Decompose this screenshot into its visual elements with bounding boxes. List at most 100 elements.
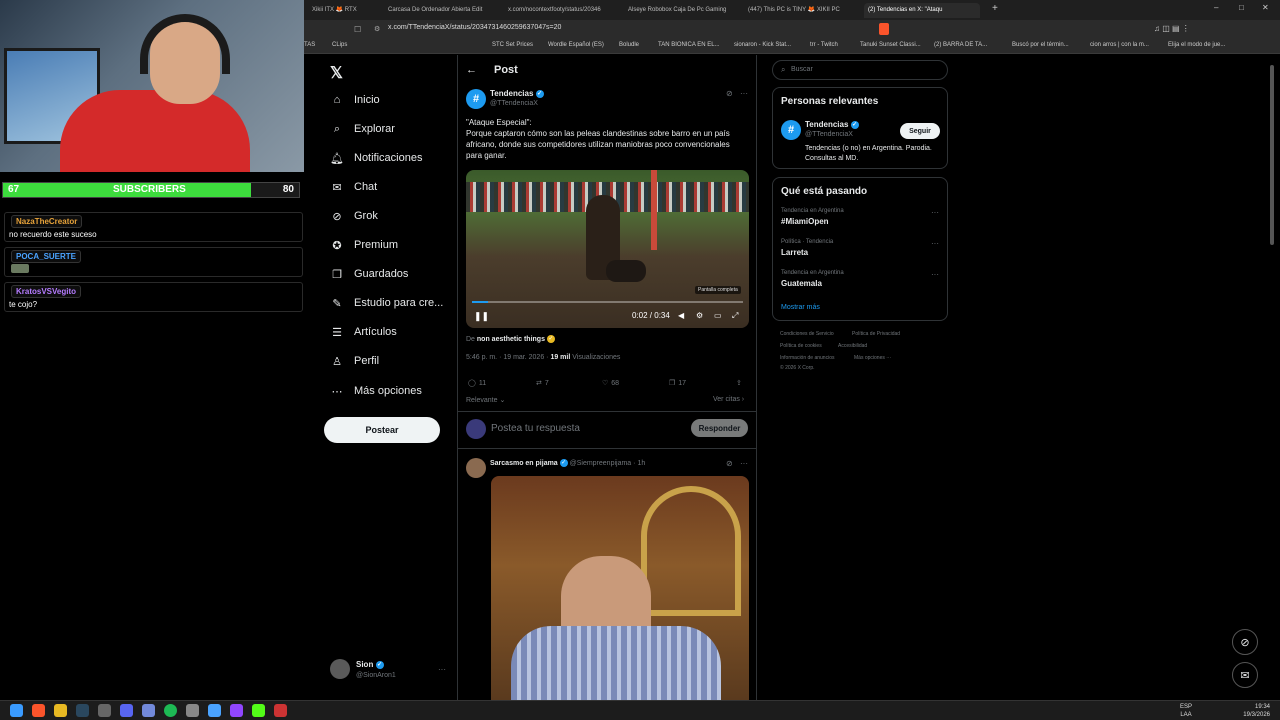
bookmark-item[interactable]: Wordle Español (ES) <box>548 42 604 48</box>
spotify-icon[interactable] <box>164 704 177 717</box>
scrollbar[interactable] <box>1270 65 1274 245</box>
bookmark-item[interactable]: TAN BIONICA EN EL... <box>658 42 720 48</box>
author-avatar[interactable]: # <box>466 89 486 109</box>
footer-link[interactable]: Condiciones de Servicio <box>780 331 834 337</box>
bookmark-item[interactable]: trr - Twitch <box>810 42 838 48</box>
footer-link[interactable]: Más opciones ··· <box>854 355 891 361</box>
video-progress-track[interactable] <box>472 301 743 303</box>
follow-button[interactable]: Seguir <box>900 123 940 139</box>
nav-profile[interactable]: ♙ Perfil <box>330 350 379 372</box>
x-logo-icon[interactable]: 𝕏 <box>330 63 343 83</box>
reply-author-avatar[interactable] <box>466 458 486 478</box>
new-tab-icon[interactable]: + <box>992 3 998 14</box>
footer-link[interactable]: Política de Privacidad <box>852 331 900 337</box>
post-menu-icon[interactable]: ··· <box>740 459 748 468</box>
grok-float-icon[interactable]: ⊘ <box>1232 629 1258 655</box>
pause-icon[interactable]: ❚❚ <box>474 311 489 322</box>
steam-icon[interactable] <box>76 704 89 717</box>
account-name[interactable]: Sion ✓ <box>356 660 384 669</box>
reply-image[interactable] <box>491 476 749 700</box>
quotes-link[interactable]: Ver citas › <box>713 396 744 403</box>
app-icon[interactable] <box>186 704 199 717</box>
show-more-link[interactable]: Mostrar más <box>781 304 820 311</box>
nav-explore[interactable]: ⌕ Explorar <box>330 118 395 140</box>
browser-tab[interactable]: (447) This PC is TINY 🦊 XIKII PC <box>744 3 856 18</box>
sort-dropdown[interactable]: Relevante ⌄ <box>466 396 505 404</box>
browser-tab[interactable]: Xikii ITX 🦊 RTX <box>308 3 376 18</box>
messages-float-icon[interactable]: ✉ <box>1232 662 1258 688</box>
app-icon[interactable] <box>208 704 221 717</box>
nav-articles[interactable]: ☰ Artículos <box>330 321 397 343</box>
reply-input[interactable]: Postea tu respuesta <box>491 423 580 434</box>
like-action[interactable]: ♡ 68 <box>602 379 619 388</box>
video-source[interactable]: De non aesthetic things ✓ <box>466 335 555 343</box>
browser-tab-active[interactable]: (2) Tendencias en X: "Ataqu <box>864 3 980 18</box>
volume-icon[interactable]: ◀︎ <box>678 311 684 320</box>
fullscreen-icon[interactable]: ⤢ <box>732 311 738 321</box>
bookmark-item[interactable]: sionaron - Kick Stat... <box>734 42 791 48</box>
settings-icon[interactable]: ⚙ <box>696 311 703 320</box>
app-icon[interactable] <box>142 704 155 717</box>
footer-link[interactable]: Política de cookies <box>780 343 822 349</box>
trend-menu-icon[interactable]: ··· <box>931 239 939 248</box>
browser-tab[interactable]: Alseye Robobox Caja De Pc Gaming <box>624 3 736 18</box>
account-menu-icon[interactable]: ··· <box>438 665 446 674</box>
bookmark-item[interactable]: (2) BARRA DE TA... <box>934 42 987 48</box>
bookmark-item[interactable]: Boludle <box>619 42 639 48</box>
author-handle[interactable]: @TTendenciaX <box>490 100 538 107</box>
footer-link[interactable]: Información de anuncios <box>780 355 834 361</box>
relevant-avatar[interactable]: # <box>781 120 801 140</box>
nav-studio[interactable]: ✎ Estudio para cre... <box>330 292 443 314</box>
bookmark-item[interactable]: Elija el modo de jue... <box>1168 42 1225 48</box>
language-indicator[interactable]: ESP LAA <box>1180 703 1192 719</box>
trend-name[interactable]: Guatemala <box>781 279 822 288</box>
reply-action[interactable]: ◯ 11 <box>468 379 486 388</box>
start-icon[interactable] <box>10 704 23 717</box>
chrome-icon[interactable] <box>98 704 111 717</box>
repost-action[interactable]: ⇄ 7 <box>536 379 549 388</box>
bookmark-item[interactable]: STC Set Prices <box>492 42 533 48</box>
grok-explain-icon[interactable]: ⊘ <box>726 459 733 468</box>
bookmark-item[interactable]: cion arros | con la m... <box>1090 42 1149 48</box>
trend-name[interactable]: #MiamiOpen <box>781 217 829 226</box>
reply-author[interactable]: Sarcasmo en pijama ✓ @Siempreenpijama · … <box>490 459 645 467</box>
grok-explain-icon[interactable]: ⊘ <box>726 89 733 98</box>
pip-icon[interactable]: ▭ <box>714 311 722 320</box>
site-info-icon[interactable]: ⚙ <box>374 25 380 33</box>
nav-chat[interactable]: ✉ Chat <box>330 176 377 198</box>
reply-button[interactable]: Responder <box>691 419 748 437</box>
brave-shield-icon[interactable] <box>879 23 889 35</box>
close-window-icon[interactable]: ✕ <box>1262 3 1269 12</box>
trend-menu-icon[interactable]: ··· <box>931 270 939 279</box>
trend-name[interactable]: Larreta <box>781 248 808 257</box>
search-input[interactable]: ⌕ Buscar <box>772 60 948 80</box>
kick-icon[interactable] <box>252 704 265 717</box>
footer-link[interactable]: Accesibilidad <box>838 343 867 349</box>
nav-more[interactable]: ⋯ Más opciones <box>330 380 422 402</box>
nav-home[interactable]: ⌂ Inicio <box>330 89 380 111</box>
trend-menu-icon[interactable]: ··· <box>931 208 939 217</box>
bookmark-page-icon[interactable]: ☐ <box>354 25 361 34</box>
video-player[interactable]: Pantalla completa ❚❚ 0:02 / 0:34 ◀︎ ⚙ ▭ … <box>466 170 749 328</box>
bookmark-action[interactable]: ❐ 17 <box>669 379 686 388</box>
browser-tab[interactable]: Carcasa De Ordenador Abierta Edit <box>384 3 496 18</box>
clock[interactable]: 19:34 19/3/2026 <box>1238 703 1270 719</box>
browser-tab[interactable]: x.com/nocontextfooty/status/20346 <box>504 3 616 18</box>
author-name[interactable]: Tendencias ✓ <box>490 89 544 98</box>
back-arrow-icon[interactable]: ← <box>466 64 477 76</box>
nav-notifications[interactable]: 🔔︎ Notificaciones <box>330 147 422 169</box>
brave-icon[interactable] <box>32 704 45 717</box>
relevant-name[interactable]: Tendencias ✓ <box>805 120 859 129</box>
discord-icon[interactable] <box>120 704 133 717</box>
file-explorer-icon[interactable] <box>54 704 67 717</box>
post-button[interactable]: Postear <box>324 417 440 443</box>
bookmark-item[interactable]: Buscó por el términ... <box>1012 42 1069 48</box>
nav-bookmarks[interactable]: ❐ Guardados <box>330 263 408 285</box>
nav-grok[interactable]: ⊘ Grok <box>330 205 377 227</box>
maximize-icon[interactable]: □ <box>1239 3 1244 12</box>
nav-premium[interactable]: ✪ Premium <box>330 234 398 256</box>
share-action[interactable]: ⇪ <box>736 379 742 387</box>
extensions-icon[interactable]: ♫ ◫ ▤ ⋮ <box>1154 24 1190 33</box>
bookmark-item[interactable]: TAS <box>304 42 315 48</box>
bookmark-item[interactable]: Tanuki Sunset Classi... <box>860 42 921 48</box>
